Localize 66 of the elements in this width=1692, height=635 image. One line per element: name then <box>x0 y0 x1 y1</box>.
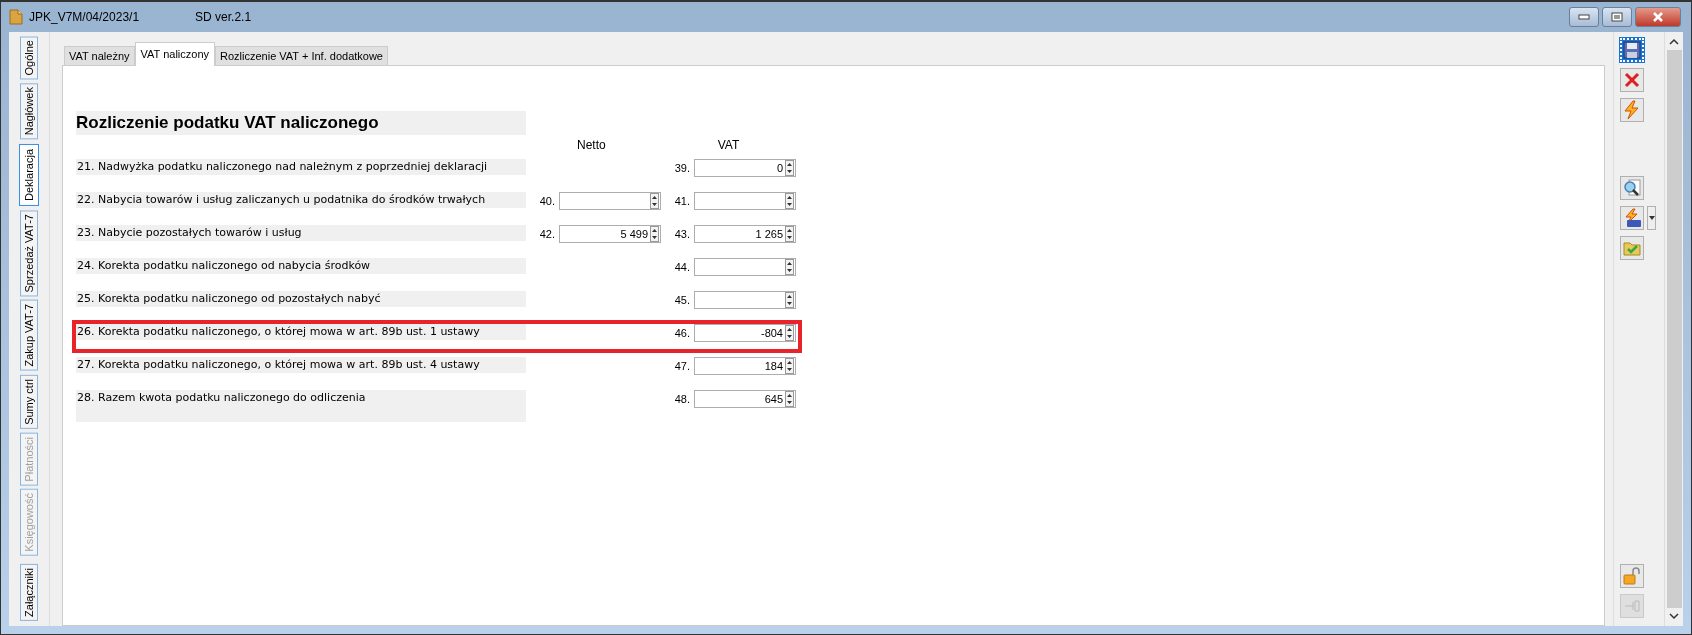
side-tab[interactable]: Sumy ctrl <box>20 374 38 429</box>
number-field[interactable]: -804 <box>694 324 796 342</box>
number-field[interactable]: 5 499 <box>559 225 661 243</box>
restore-icon[interactable] <box>1611 12 1623 22</box>
spinner-icon[interactable] <box>785 193 794 209</box>
number-field[interactable] <box>694 192 796 210</box>
close-icon[interactable] <box>1652 12 1664 22</box>
field-number: 46. <box>674 327 690 339</box>
side-tab[interactable]: Deklaracja <box>19 143 39 206</box>
side-tab[interactable]: Zakup VAT-7 <box>20 300 38 371</box>
close-button[interactable] <box>1635 7 1681 27</box>
version-label: SD ver.2.1 <box>195 10 252 24</box>
row-label: 26. Korekta podatku naliczonego, o której mowa w art. 89b ust. 1 ustawy <box>76 324 526 340</box>
row-label: 21. Nadwyżka podatku naliczonego nad należnym z poprzedniej deklaracji <box>76 159 526 175</box>
field-number: 42. <box>539 228 555 240</box>
minimize-button[interactable] <box>1569 7 1599 27</box>
spinner-icon[interactable] <box>785 292 794 308</box>
spinner-icon[interactable] <box>650 226 659 242</box>
section-title: Rozliczenie podatku VAT naliczonego <box>76 111 526 135</box>
number-field[interactable] <box>559 192 661 210</box>
row-label: 27. Korekta podatku naliczonego, o której mowa w art. 89b ust. 4 ustawy <box>76 357 526 373</box>
field-number: 45. <box>674 294 690 306</box>
field-number: 48. <box>674 393 690 405</box>
row-label: 25. Korekta podatku naliczonego od pozostałych nabyć <box>76 291 526 307</box>
field-number: 41. <box>674 195 690 207</box>
scroll-down-icon[interactable] <box>1669 612 1679 620</box>
tab[interactable]: Rozliczenie VAT + Inf. dodatkowe <box>215 46 388 65</box>
document-icon <box>9 9 23 25</box>
dropdown-button[interactable] <box>1647 206 1656 230</box>
field-number: 43. <box>674 228 690 240</box>
number-field[interactable]: 1 265 <box>694 225 796 243</box>
row-label: 24. Korekta podatku naliczonego od nabycia środków <box>76 258 526 274</box>
side-tab[interactable]: Ogólne <box>20 36 38 80</box>
scrollbar[interactable] <box>1664 32 1683 626</box>
spinner-icon[interactable] <box>650 193 659 209</box>
restore-button[interactable] <box>1602 7 1632 27</box>
field-number: 39. <box>674 162 690 174</box>
spinner-icon[interactable] <box>785 226 794 242</box>
scroll-thumb[interactable] <box>1666 50 1682 608</box>
row-label: 28. Razem kwota podatku naliczonego do odliczenia <box>76 390 526 422</box>
row-label: 23. Nabycie pozostałych towarów i usług <box>76 225 526 241</box>
column-header: VAT <box>717 138 740 152</box>
column-header: Netto <box>577 138 606 152</box>
spinner-icon[interactable] <box>785 160 794 176</box>
field-number: 44. <box>674 261 690 273</box>
tab[interactable]: VAT naliczony <box>134 42 216 66</box>
spinner-icon[interactable] <box>785 391 794 407</box>
spinner-icon[interactable] <box>785 325 794 341</box>
side-tab[interactable]: Sprzedaż VAT-7 <box>20 209 38 297</box>
scroll-up-icon[interactable] <box>1669 38 1679 46</box>
row-label: 22. Nabycia towarów i usług zaliczanych u podatnika do środków trwałych <box>76 192 526 208</box>
minimize-icon[interactable] <box>1578 14 1590 20</box>
number-field[interactable]: 184 <box>694 357 796 375</box>
tab[interactable]: VAT należny <box>64 46 135 65</box>
number-field[interactable] <box>694 258 796 276</box>
spinner-icon[interactable] <box>785 358 794 374</box>
field-number: 47. <box>674 360 690 372</box>
caret-icon[interactable] <box>1648 216 1655 220</box>
number-field[interactable]: 0 <box>694 159 796 177</box>
field-number: 40. <box>539 195 555 207</box>
number-field[interactable]: 645 <box>694 390 796 408</box>
number-field[interactable] <box>694 291 796 309</box>
side-tab[interactable]: Załączniki <box>20 564 38 621</box>
spinner-icon[interactable] <box>785 259 794 275</box>
side-tab[interactable]: Nagłówek <box>20 83 38 140</box>
window-title: JPK_V7M/04/2023/1 <box>29 10 140 24</box>
